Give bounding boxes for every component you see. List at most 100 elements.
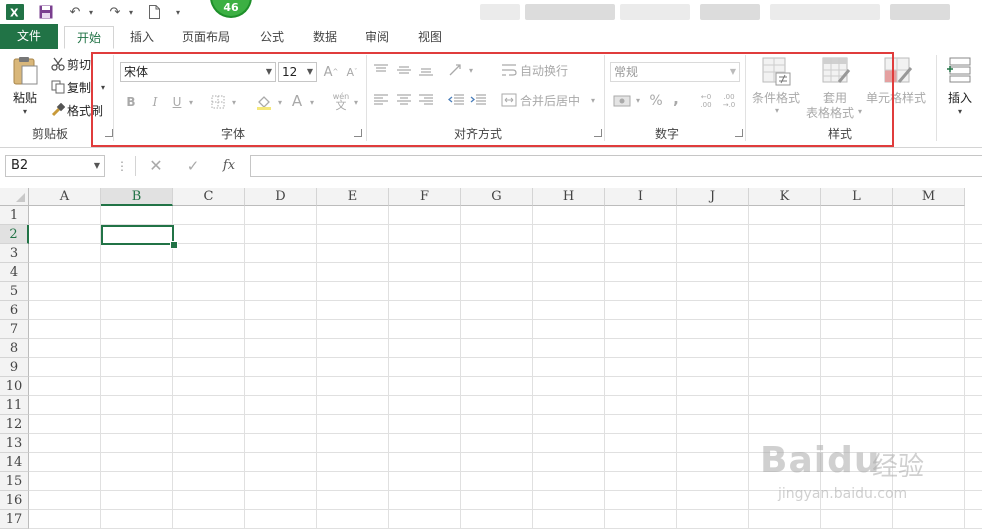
redo-icon[interactable]: ↷ — [106, 3, 124, 21]
excel-icon: X — [5, 3, 25, 21]
column-header[interactable]: F — [389, 188, 461, 206]
row-gridline — [29, 338, 982, 339]
row-gridline — [29, 376, 982, 377]
blurred-title — [525, 4, 615, 20]
tab-view[interactable]: 视图 — [410, 27, 450, 48]
ribbon-tabs: 文件 开始 插入 页面布局 公式 数据 审阅 视图 — [0, 24, 982, 50]
redo-dropdown-icon[interactable]: ▾ — [126, 3, 136, 21]
row-gridline — [29, 281, 982, 282]
row-header[interactable]: 7 — [0, 320, 29, 339]
column-gridline — [244, 206, 245, 529]
clipboard-group-label: 剪贴板 — [31, 127, 68, 141]
scissors-icon[interactable] — [50, 56, 66, 72]
formula-bar: B2 ▼ ⋮ ✕ ✓ fx — [0, 152, 982, 180]
column-header[interactable]: C — [173, 188, 245, 206]
insert-button[interactable]: 插入 — [944, 89, 976, 105]
row-header[interactable]: 4 — [0, 263, 29, 282]
group-divider — [936, 55, 937, 141]
row-header[interactable]: 8 — [0, 339, 29, 358]
tab-formulas[interactable]: 公式 — [252, 27, 292, 48]
fill-handle[interactable] — [170, 241, 178, 249]
row-header[interactable]: 6 — [0, 301, 29, 320]
row-header[interactable]: 10 — [0, 377, 29, 396]
row-header[interactable]: 17 — [0, 510, 29, 529]
format-painter-icon[interactable] — [50, 102, 66, 118]
row-gridline — [29, 357, 982, 358]
column-header[interactable]: H — [533, 188, 605, 206]
row-header[interactable]: 5 — [0, 282, 29, 301]
row-header[interactable]: 1 — [0, 206, 29, 225]
undo-icon[interactable]: ↶ — [66, 3, 84, 21]
row-header[interactable]: 9 — [0, 358, 29, 377]
insert-dropdown-icon[interactable]: ▾ — [955, 106, 965, 116]
row-header[interactable]: 14 — [0, 453, 29, 472]
watermark-url: jingyan.baidu.com — [778, 486, 908, 502]
blurred-title — [890, 4, 950, 20]
tab-insert[interactable]: 插入 — [122, 27, 162, 48]
enter-check-icon[interactable]: ✓ — [185, 156, 201, 176]
row-header[interactable]: 15 — [0, 472, 29, 491]
column-header[interactable]: E — [317, 188, 389, 206]
column-header[interactable]: J — [677, 188, 749, 206]
column-gridline — [532, 206, 533, 529]
row-gridline — [29, 509, 982, 510]
column-gridline — [100, 206, 101, 529]
column-header[interactable]: B — [101, 188, 173, 206]
blurred-title — [700, 4, 760, 20]
customize-qat-icon[interactable]: ▾ — [172, 3, 184, 21]
column-header[interactable]: I — [605, 188, 677, 206]
row-header[interactable]: 13 — [0, 434, 29, 453]
tab-page-layout[interactable]: 页面布局 — [174, 27, 238, 48]
blurred-title — [480, 4, 520, 20]
tab-review[interactable]: 审阅 — [357, 27, 397, 48]
row-gridline — [29, 300, 982, 301]
name-box-value: B2 — [11, 158, 29, 173]
insert-function-button[interactable]: fx — [218, 156, 240, 176]
active-cell[interactable] — [101, 225, 174, 245]
column-gridline — [748, 206, 749, 529]
paste-button[interactable]: 粘贴 — [8, 89, 42, 105]
name-box[interactable]: B2 ▼ — [5, 155, 105, 177]
formula-bar-grip-icon: ⋮ — [116, 159, 128, 173]
column-header[interactable]: A — [29, 188, 101, 206]
highlight-box — [91, 52, 894, 147]
column-header[interactable]: D — [245, 188, 317, 206]
row-header[interactable]: 2 — [0, 225, 29, 244]
new-document-icon[interactable] — [146, 3, 162, 21]
tab-data[interactable]: 数据 — [305, 27, 345, 48]
clipboard-icon[interactable] — [8, 55, 42, 87]
save-icon[interactable] — [37, 3, 55, 21]
insert-cells-icon[interactable] — [946, 55, 974, 85]
row-header[interactable]: 12 — [0, 415, 29, 434]
blurred-title — [770, 4, 880, 20]
chevron-down-icon: ▼ — [93, 161, 100, 170]
column-gridline — [676, 206, 677, 529]
row-gridline — [29, 262, 982, 263]
row-gridline — [29, 319, 982, 320]
tab-file[interactable]: 文件 — [0, 24, 58, 49]
column-gridline — [316, 206, 317, 529]
formula-divider — [135, 156, 136, 176]
row-gridline — [29, 395, 982, 396]
watermark-logo: Baidu — [760, 440, 881, 481]
column-gridline — [172, 206, 173, 529]
copy-icon[interactable] — [50, 79, 66, 95]
row-header[interactable]: 11 — [0, 396, 29, 415]
blurred-title — [620, 4, 690, 20]
undo-dropdown-icon[interactable]: ▾ — [86, 3, 96, 21]
cancel-icon[interactable]: ✕ — [148, 156, 164, 176]
column-header[interactable]: G — [461, 188, 533, 206]
watermark-cn: 经验 — [872, 452, 925, 482]
tab-home[interactable]: 开始 — [64, 26, 114, 49]
formula-input[interactable] — [250, 155, 982, 177]
row-header[interactable]: 3 — [0, 244, 29, 263]
quick-access-toolbar: X ↶ ▾ ↷ ▾ ▾ — [0, 0, 982, 24]
paste-dropdown-icon[interactable]: ▾ — [19, 106, 31, 116]
column-header[interactable]: M — [893, 188, 965, 206]
select-all-corner[interactable] — [0, 188, 29, 206]
row-header[interactable]: 16 — [0, 491, 29, 510]
column-header[interactable]: K — [749, 188, 821, 206]
column-header[interactable]: L — [821, 188, 893, 206]
row-gridline — [29, 433, 982, 434]
column-gridline — [388, 206, 389, 529]
